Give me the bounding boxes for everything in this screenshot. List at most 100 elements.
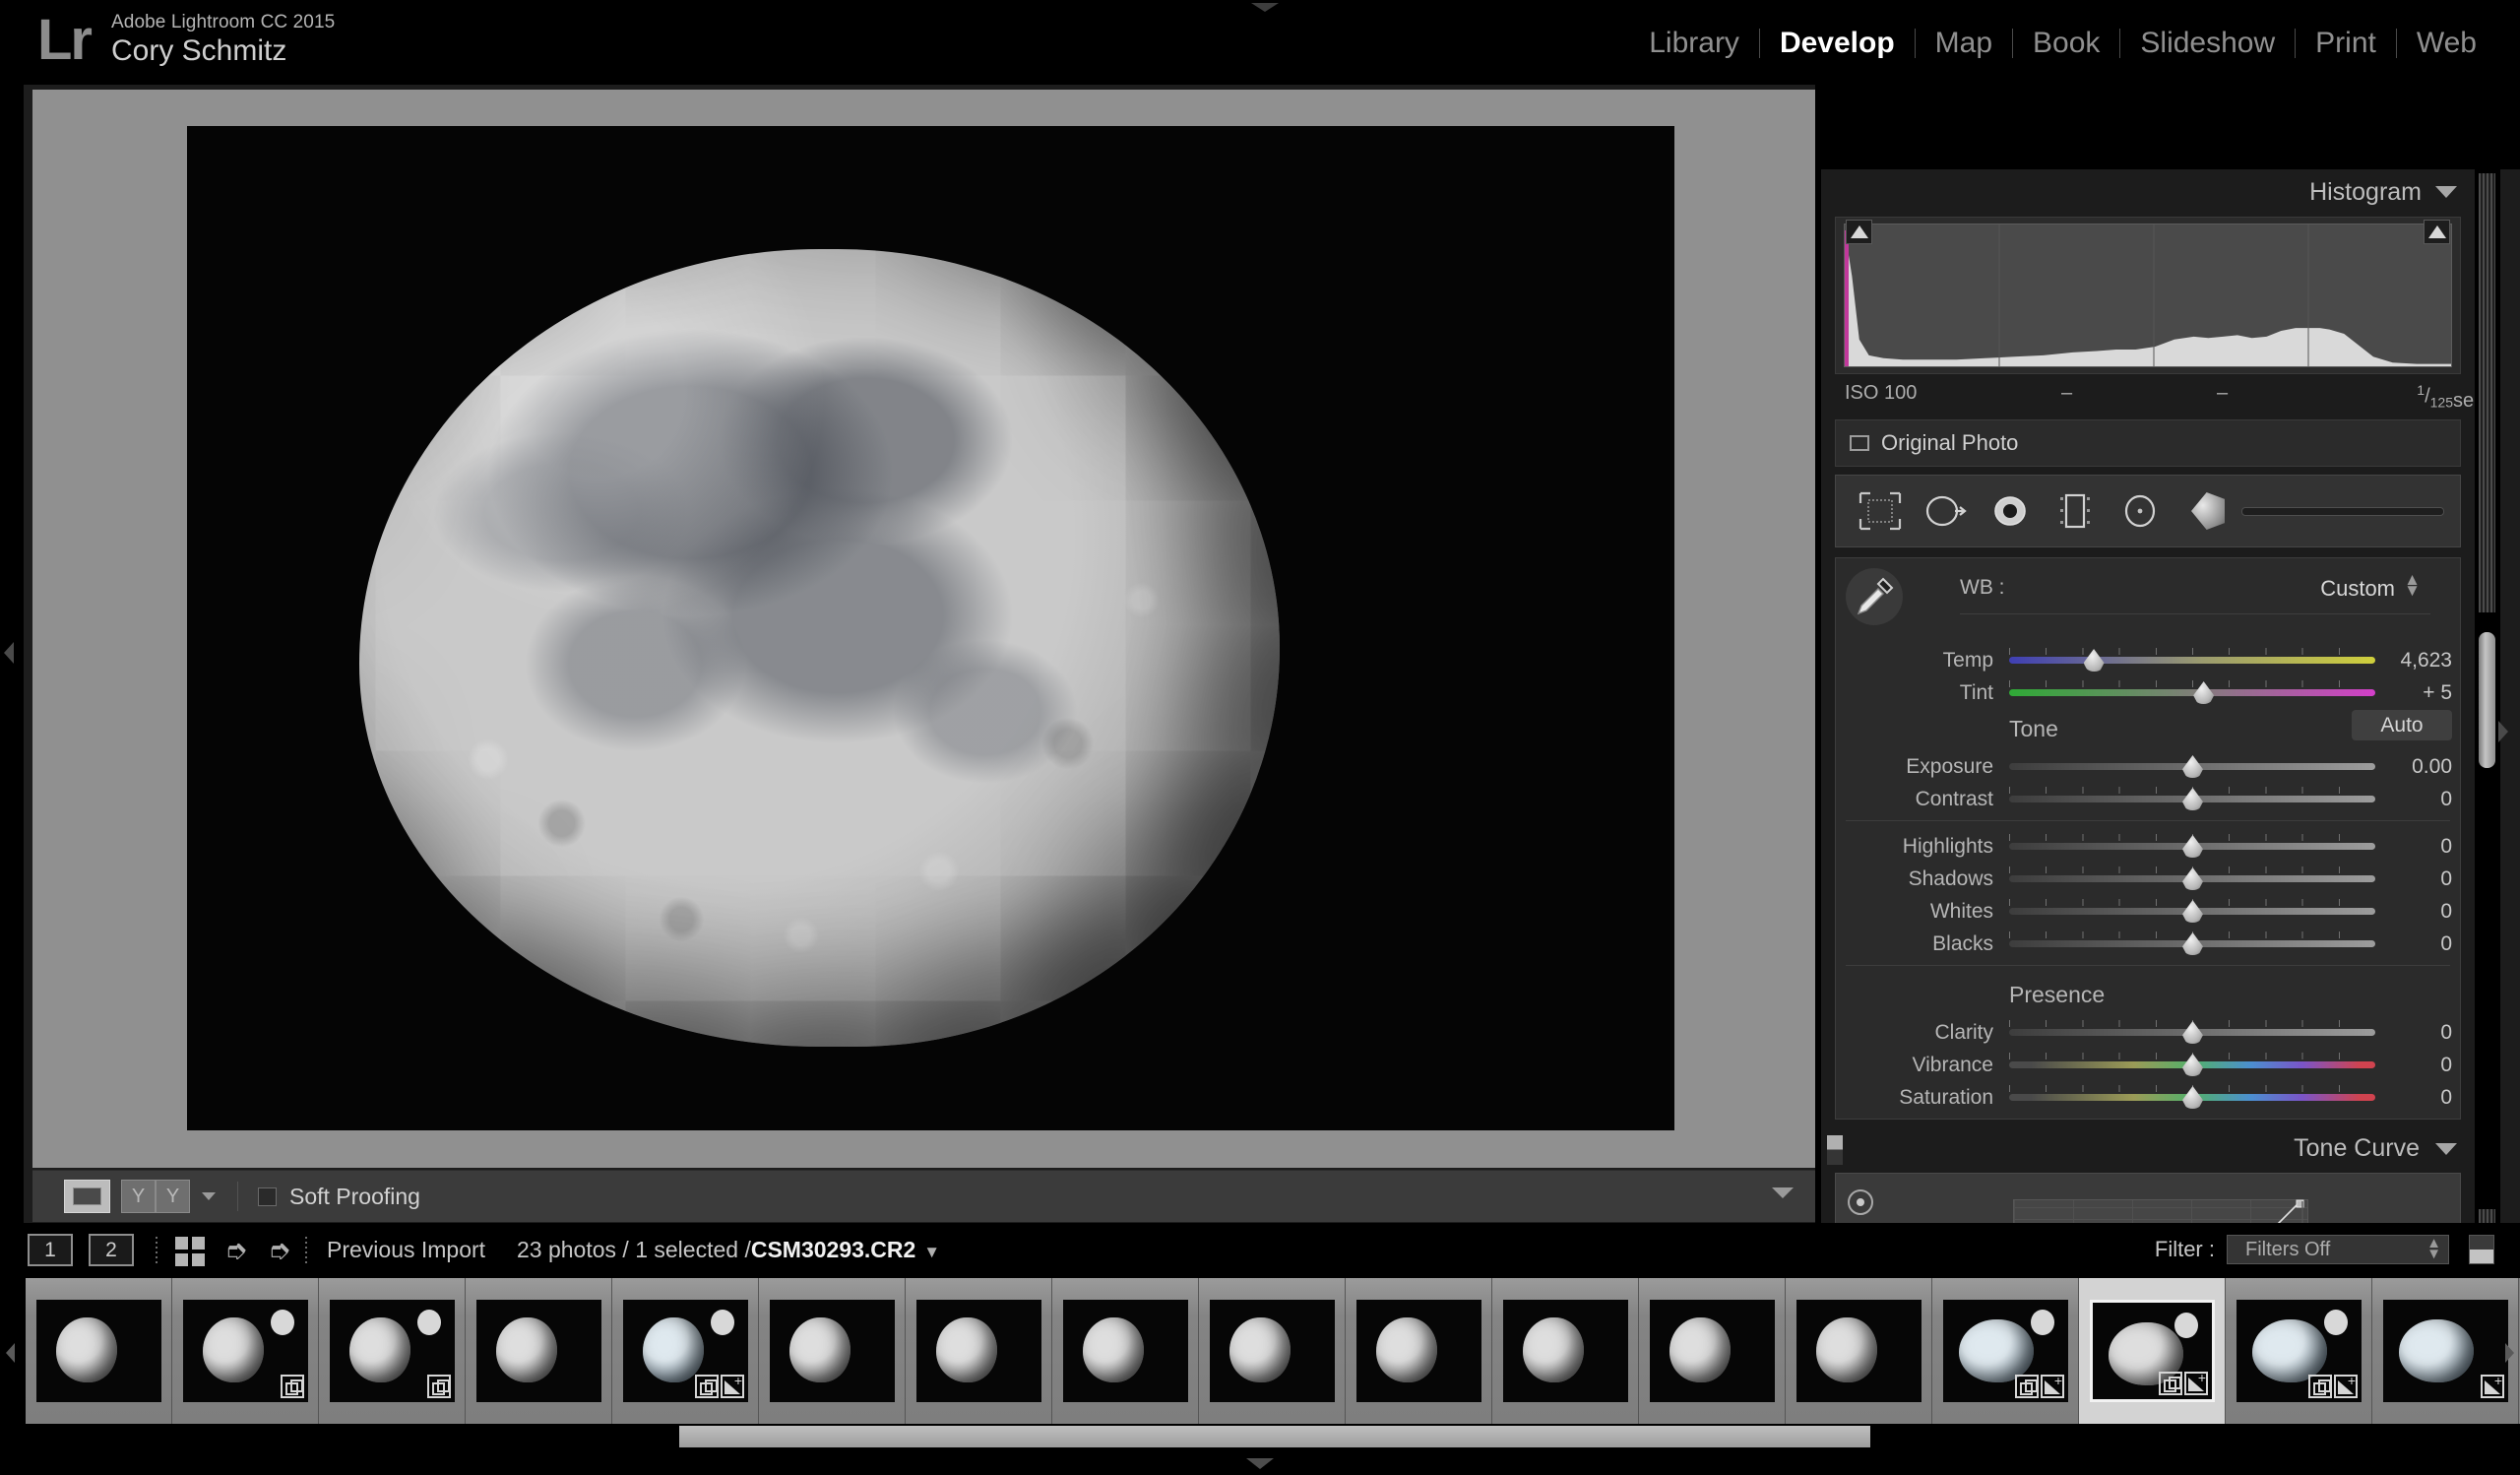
grid-view-icon[interactable] — [175, 1237, 205, 1264]
right-panel-scrollbar[interactable] — [2475, 169, 2500, 1308]
filmstrip-thumbnail[interactable] — [1199, 1278, 1346, 1424]
slider-value[interactable]: 0.00 — [2381, 755, 2452, 779]
filmstrip-thumbnail[interactable] — [2372, 1278, 2519, 1424]
slider-clarity[interactable]: Clarity0 — [1836, 1015, 2460, 1048]
stepper-icon[interactable]: ▲▼ — [2426, 1238, 2441, 1259]
second-window-button[interactable]: 2 — [89, 1234, 134, 1266]
before-after-left-icon[interactable]: Y — [121, 1180, 156, 1213]
filmstrip-thumbnail[interactable] — [1639, 1278, 1786, 1424]
filter-select[interactable]: Filters Off ▲▼ — [2227, 1235, 2449, 1264]
loupe-view-button[interactable] — [64, 1180, 110, 1213]
shadow-clipping-indicator[interactable] — [1846, 220, 1872, 244]
white-balance-selector-button[interactable] — [1846, 568, 1903, 625]
filmstrip-thumbnail[interactable] — [319, 1278, 466, 1424]
slider-value[interactable]: 4,623 — [2381, 649, 2452, 673]
filmstrip-scrollbar-thumb[interactable] — [679, 1426, 1870, 1447]
highlight-clipping-indicator[interactable] — [2424, 220, 2450, 244]
filmstrip-thumbnail[interactable] — [1492, 1278, 1639, 1424]
white-balance-value[interactable]: Custom — [2320, 576, 2395, 602]
crop-overlay-tool[interactable] — [1852, 486, 1909, 536]
filmstrip-thumbnail[interactable] — [1052, 1278, 1199, 1424]
virtual-copy-badge-icon[interactable] — [695, 1375, 719, 1398]
chevron-down-icon[interactable] — [2435, 186, 2457, 198]
chevron-left-icon[interactable] — [4, 642, 14, 664]
main-window-button[interactable]: 1 — [28, 1234, 73, 1266]
slider-value[interactable]: 0 — [2381, 900, 2452, 924]
go-back-icon[interactable]: ➮ — [224, 1239, 247, 1262]
filmstrip-thumbnail[interactable] — [906, 1278, 1052, 1424]
histogram-panel-header[interactable]: Histogram — [1821, 169, 2471, 215]
compare-view-group[interactable]: Y Y — [121, 1180, 190, 1213]
chevron-down-icon[interactable] — [202, 1192, 216, 1200]
histogram-plot[interactable] — [1844, 224, 2452, 367]
virtual-copy-badge-icon[interactable] — [2015, 1375, 2039, 1398]
virtual-copy-badge-icon[interactable] — [281, 1375, 304, 1398]
tone-curve-panel-header[interactable]: Tone Curve — [1821, 1125, 2471, 1173]
filmstrip-thumbnail[interactable] — [172, 1278, 319, 1424]
slider-vibrance[interactable]: Vibrance0 — [1836, 1048, 2460, 1080]
go-forward-icon[interactable]: ➮ — [268, 1239, 290, 1262]
filmstrip-scroll-left-icon[interactable] — [6, 1343, 15, 1363]
chevron-right-icon[interactable] — [2498, 721, 2508, 742]
filmstrip-scroll-right-icon[interactable] — [2505, 1343, 2514, 1363]
has-adjustments-badge-icon[interactable] — [721, 1375, 744, 1398]
slider-temp[interactable]: Temp4,623 — [1836, 643, 2460, 675]
module-map[interactable]: Map — [1916, 25, 2012, 62]
left-panel-collapse-strip[interactable] — [0, 85, 24, 1223]
module-library[interactable]: Library — [1629, 25, 1759, 62]
radial-filter-tool[interactable] — [2111, 486, 2169, 536]
slider-value[interactable]: 0 — [2381, 867, 2452, 891]
original-photo-row[interactable]: Original Photo — [1835, 419, 2461, 467]
selection-summary[interactable]: 23 photos / 1 selected /CSM30293.CR2▼ — [517, 1237, 940, 1263]
module-book[interactable]: Book — [2013, 25, 2119, 62]
adjustment-brush-tool[interactable] — [2176, 486, 2234, 536]
toolbar-collapse-icon[interactable] — [1772, 1187, 1794, 1198]
chevron-down-icon[interactable]: ▼ — [923, 1243, 940, 1261]
slider-value[interactable]: 0 — [2381, 1086, 2452, 1110]
scrollbar-thumb[interactable] — [2479, 632, 2495, 768]
slider-blacks[interactable]: Blacks0 — [1836, 927, 2460, 959]
virtual-copy-badge-icon[interactable] — [2159, 1372, 2182, 1395]
filmstrip-thumbnails[interactable] — [26, 1278, 2520, 1424]
graduated-filter-tool[interactable] — [2047, 486, 2104, 536]
filmstrip-thumbnail[interactable] — [1786, 1278, 1932, 1424]
module-print[interactable]: Print — [2296, 25, 2396, 62]
spot-removal-tool[interactable] — [1917, 486, 1974, 536]
slider-contrast[interactable]: Contrast0 — [1836, 782, 2460, 814]
filmstrip-scrollbar[interactable] — [26, 1426, 2520, 1447]
red-eye-correction-tool[interactable] — [1982, 486, 2039, 536]
slider-handle[interactable] — [2182, 755, 2203, 778]
slider-track[interactable] — [2009, 689, 2375, 696]
filmstrip-collapse-icon[interactable] — [1246, 1458, 1274, 1469]
photo-preview[interactable] — [187, 126, 1674, 1130]
module-web[interactable]: Web — [2397, 25, 2496, 62]
slider-value[interactable]: + 5 — [2381, 681, 2452, 705]
slider-value[interactable]: 0 — [2381, 1054, 2452, 1077]
before-after-right-icon[interactable]: Y — [156, 1180, 190, 1213]
white-balance-stepper-icon[interactable]: ▲▼ — [2404, 574, 2421, 596]
filmstrip-thumbnail[interactable] — [1932, 1278, 2079, 1424]
identity-plate[interactable]: Adobe Lightroom CC 2015 Cory Schmitz — [111, 12, 335, 68]
loupe-canvas[interactable] — [32, 90, 1815, 1168]
top-panel-collapse-toggle[interactable] — [1246, 0, 1284, 14]
slider-highlights[interactable]: Highlights0 — [1836, 829, 2460, 862]
has-adjustments-badge-icon[interactable] — [2334, 1375, 2358, 1398]
filmstrip-thumbnail[interactable] — [466, 1278, 612, 1424]
filmstrip-thumbnail[interactable] — [26, 1278, 172, 1424]
has-adjustments-badge-icon[interactable] — [2184, 1372, 2208, 1395]
has-adjustments-badge-icon[interactable] — [2041, 1375, 2064, 1398]
slider-track[interactable] — [2009, 657, 2375, 664]
chevron-down-icon[interactable] — [2435, 1143, 2457, 1155]
module-slideshow[interactable]: Slideshow — [2120, 25, 2295, 62]
filmstrip-thumbnail[interactable] — [759, 1278, 906, 1424]
module-develop[interactable]: Develop — [1760, 25, 1915, 62]
slider-whites[interactable]: Whites0 — [1836, 894, 2460, 927]
filmstrip-thumbnail[interactable] — [2079, 1278, 2226, 1424]
filter-flag-swatch[interactable] — [2469, 1235, 2494, 1264]
has-adjustments-badge-icon[interactable] — [2481, 1375, 2504, 1398]
filmstrip-thumbnail[interactable] — [612, 1278, 759, 1424]
slider-value[interactable]: 0 — [2381, 1021, 2452, 1045]
slider-saturation[interactable]: Saturation0 — [1836, 1080, 2460, 1113]
slider-value[interactable]: 0 — [2381, 835, 2452, 859]
soft-proofing-checkbox[interactable] — [258, 1187, 277, 1206]
